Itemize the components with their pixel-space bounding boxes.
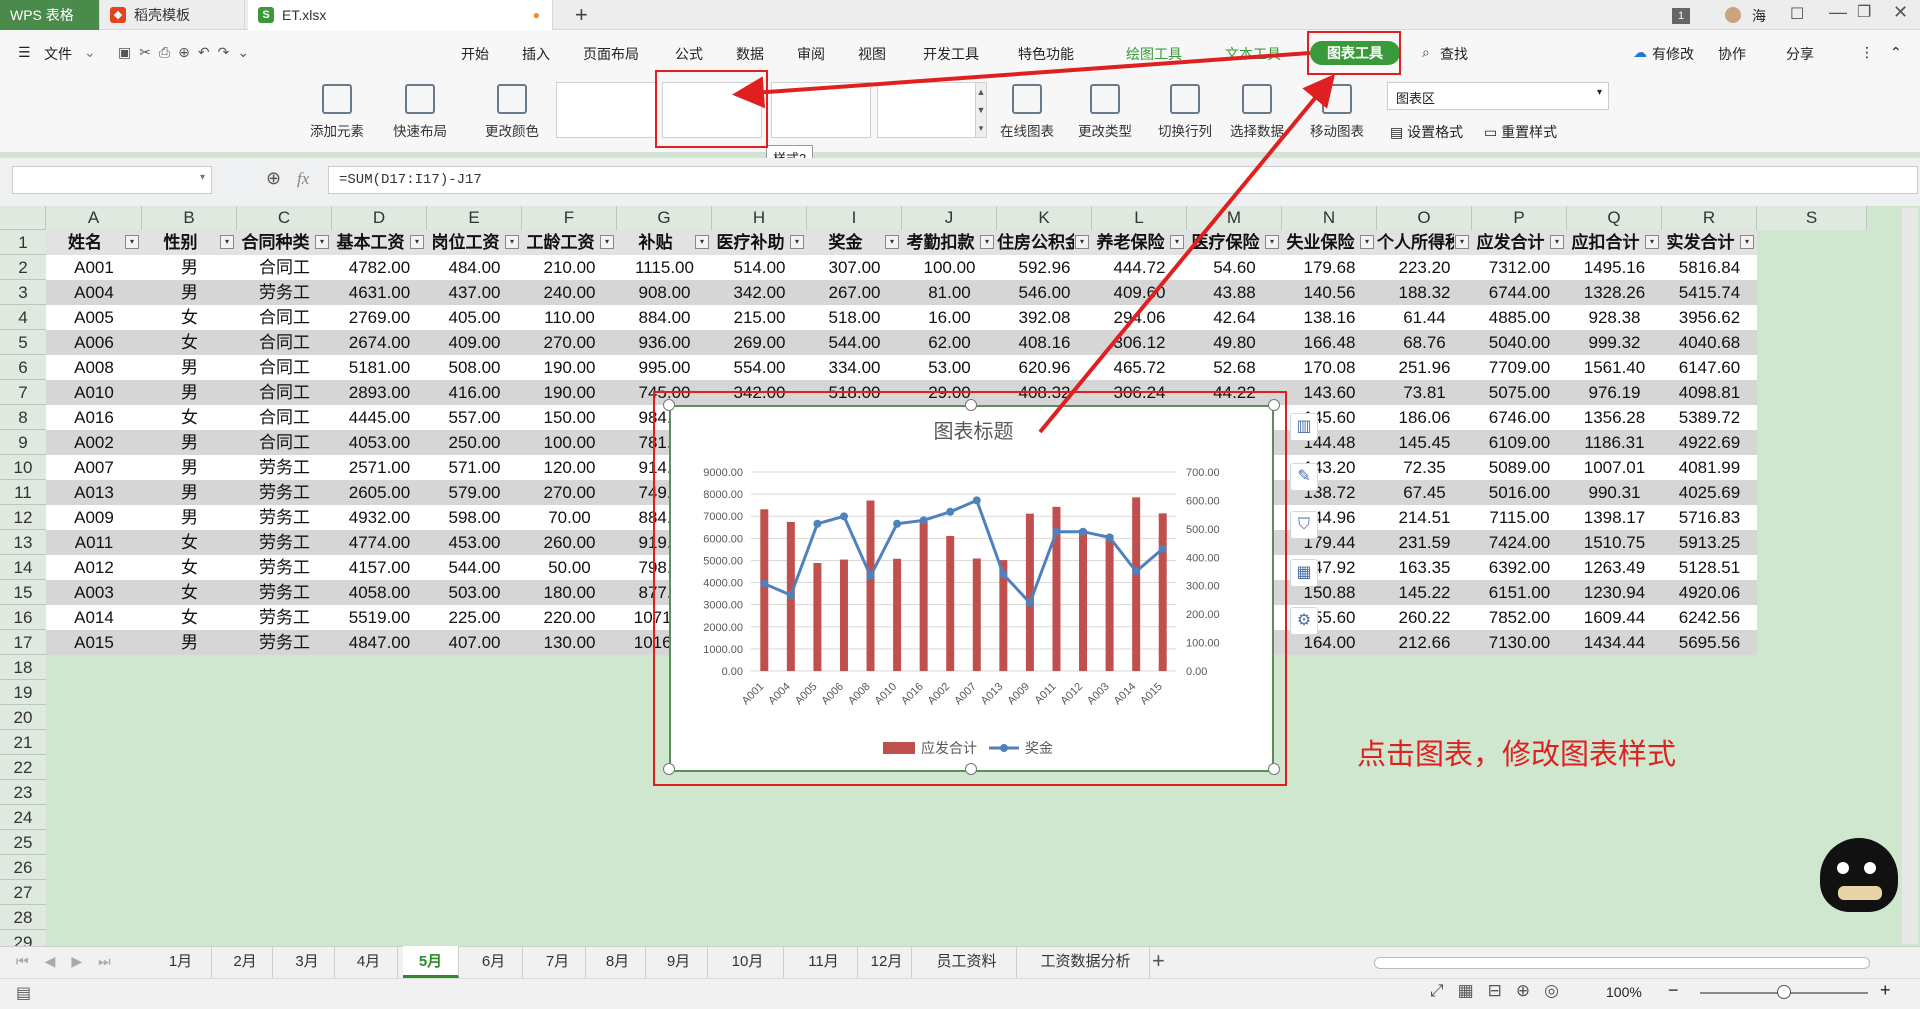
- sheet-tab[interactable]: 10月: [712, 946, 784, 978]
- sheet-tab[interactable]: 11月: [790, 946, 858, 978]
- sheet-tab[interactable]: 8月: [590, 946, 646, 978]
- sheet-tab[interactable]: 3月: [280, 946, 335, 978]
- sheet-tab[interactable]: 7月: [530, 946, 586, 978]
- mascot-cat-icon[interactable]: [1820, 838, 1898, 912]
- view-mode-icons[interactable]: ⤢▦⊟⊕◎: [1430, 981, 1573, 1001]
- zoom-slider-knob[interactable]: [1777, 985, 1791, 999]
- sheet-tab[interactable]: 9月: [650, 946, 708, 978]
- zoom-in-icon[interactable]: +: [1880, 980, 1891, 1001]
- zoom-level[interactable]: 100%: [1606, 984, 1642, 1000]
- sheet-tab[interactable]: 员工资料: [917, 946, 1017, 978]
- sheet-tab[interactable]: 6月: [465, 946, 523, 978]
- horizontal-scrollbar[interactable]: [1374, 957, 1870, 969]
- sheet-tab[interactable]: 4月: [340, 946, 398, 978]
- sheet-tab[interactable]: 12月: [862, 946, 912, 978]
- sheet-tab[interactable]: 工资数据分析: [1022, 946, 1150, 978]
- add-sheet-icon[interactable]: +: [1152, 948, 1165, 974]
- sheet-tab[interactable]: 2月: [218, 946, 273, 978]
- macro-icon[interactable]: ▤: [16, 983, 31, 1003]
- annotation-arrows: [732, 51, 1336, 434]
- sheet-tab[interactable]: 5月: [403, 946, 459, 978]
- annotation-text: 点击图表，修改图表样式: [1357, 739, 1677, 771]
- sheet-nav-arrows-icon[interactable]: ⏮◀▶⏭: [16, 953, 127, 970]
- zoom-out-icon[interactable]: −: [1668, 980, 1679, 1001]
- sheet-tab[interactable]: 1月: [150, 946, 212, 978]
